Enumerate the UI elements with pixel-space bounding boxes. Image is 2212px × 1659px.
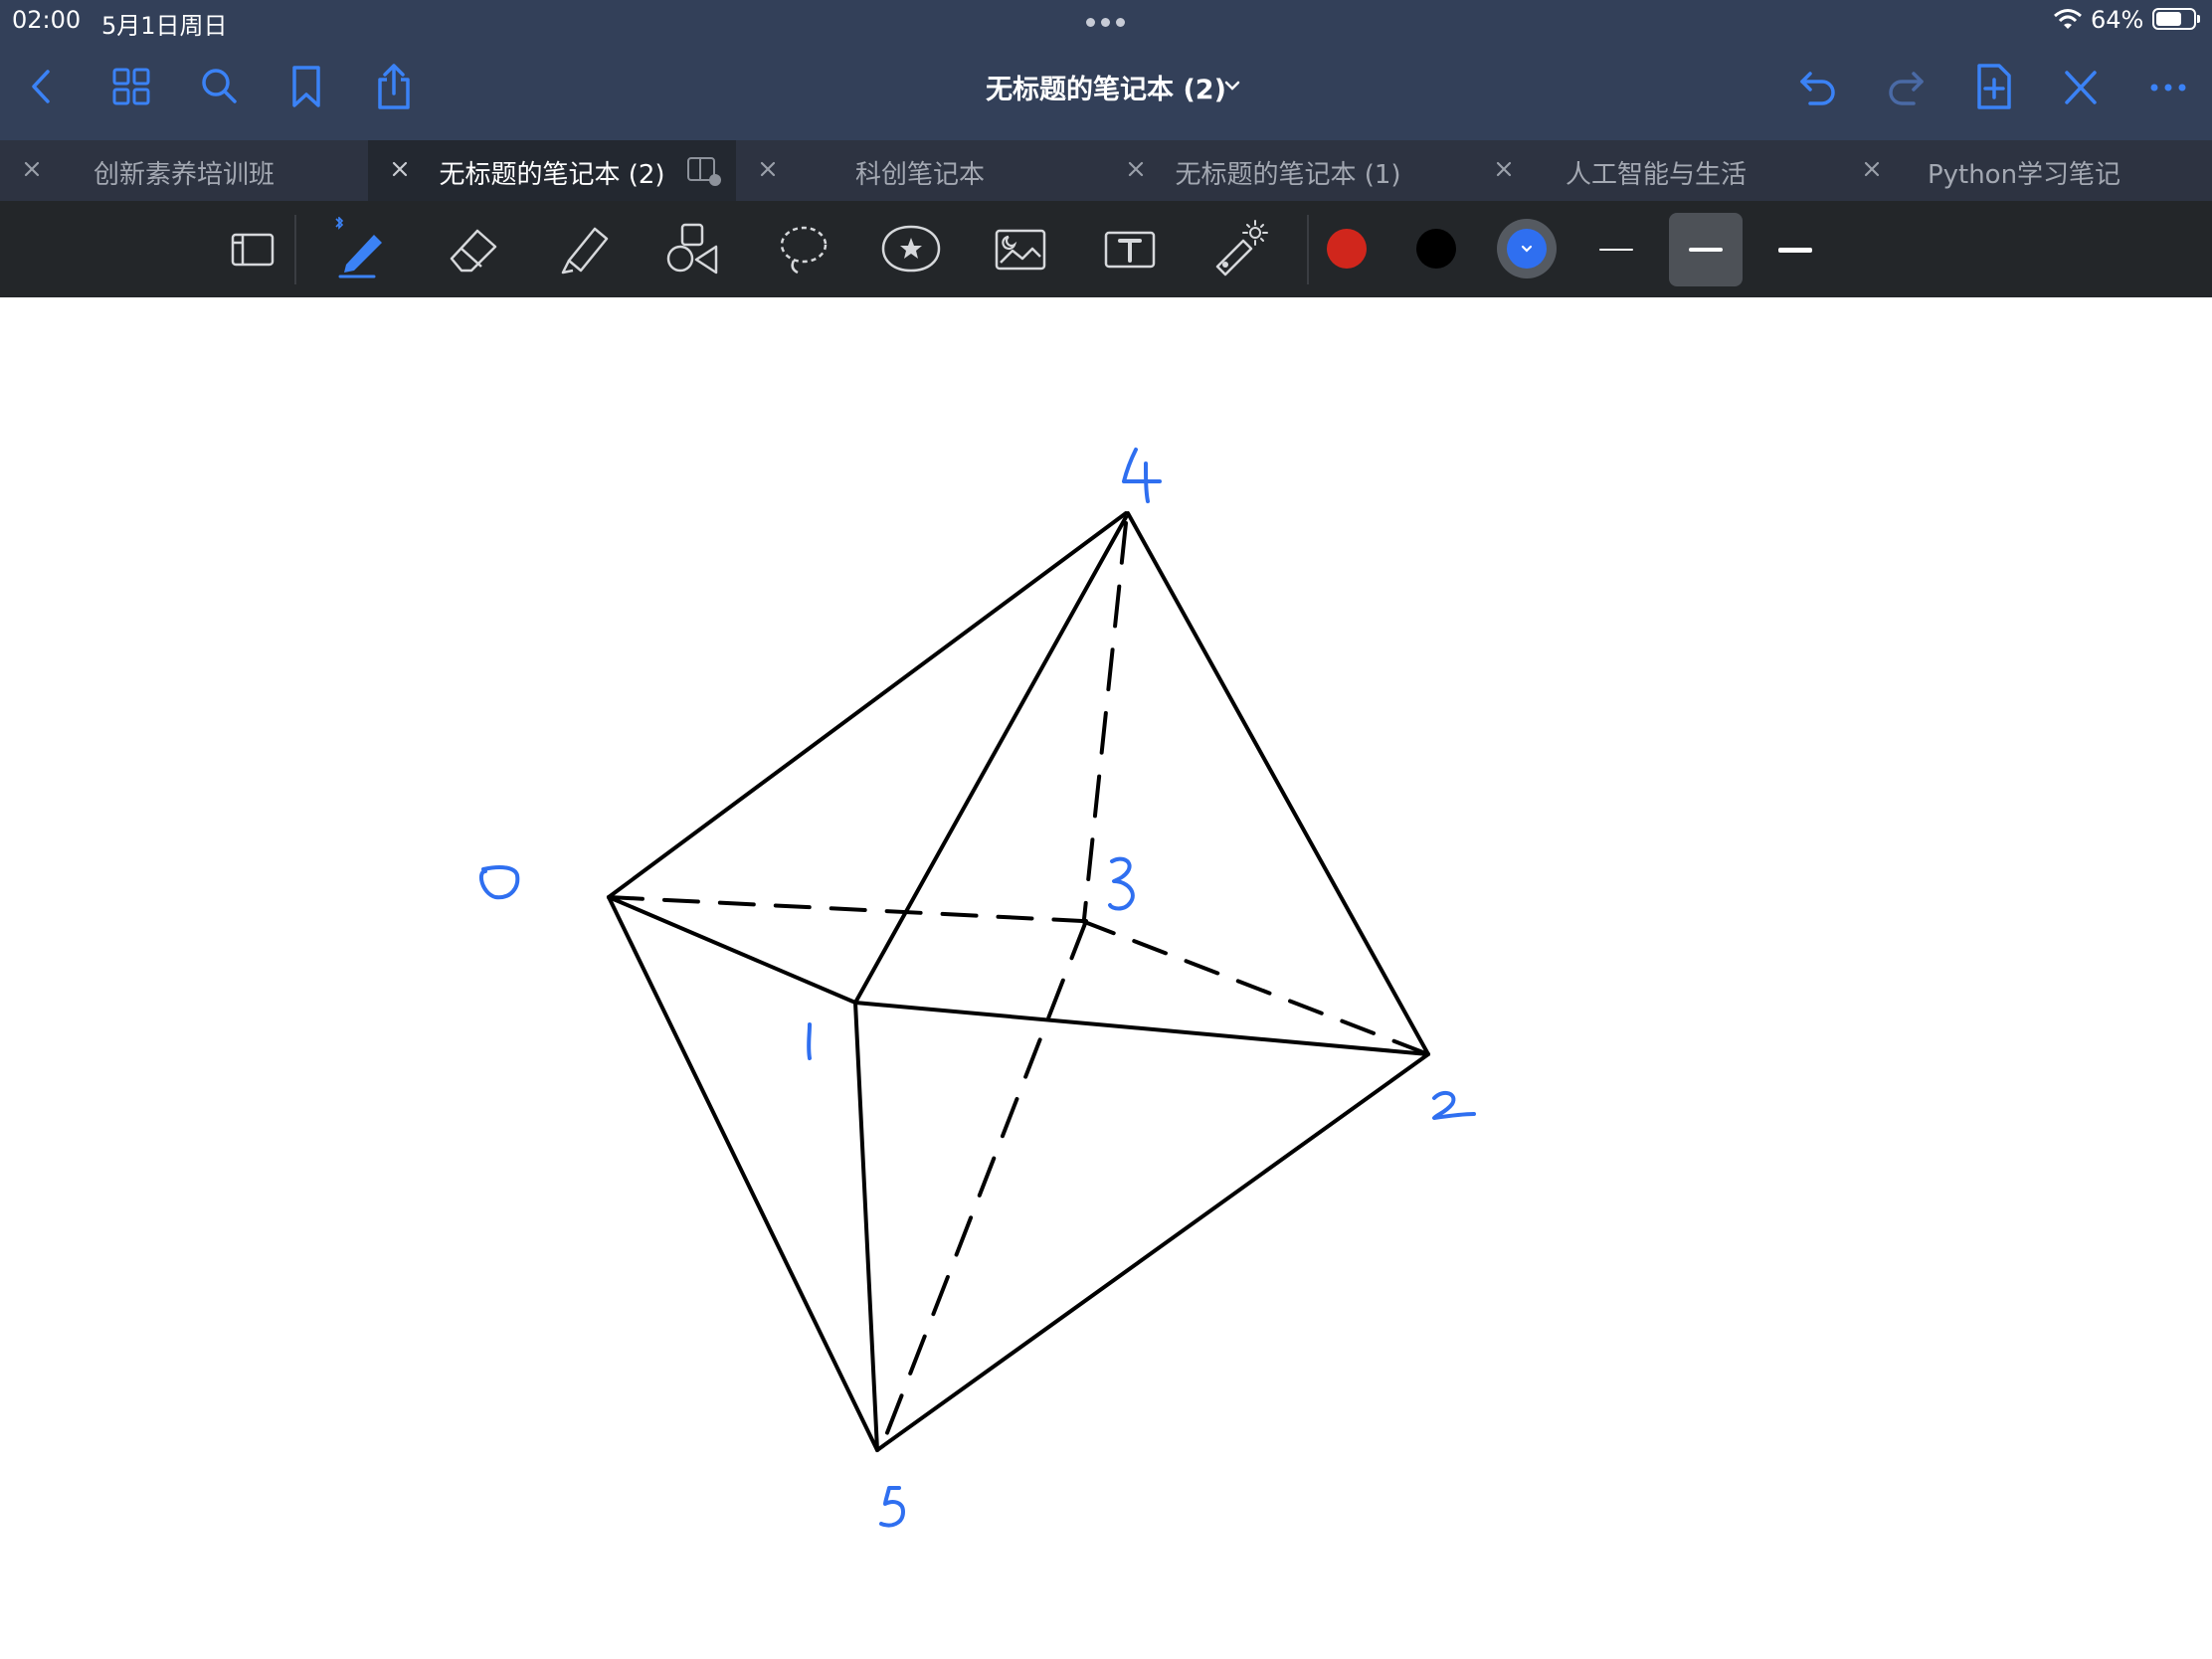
sticker-icon bbox=[881, 225, 941, 273]
note-canvas[interactable] bbox=[0, 297, 2212, 1659]
vertex-label-3 bbox=[1108, 856, 1135, 911]
edge-4-1 bbox=[853, 515, 1128, 1005]
edge-0-3-hidden bbox=[607, 895, 1084, 923]
page-layout-tool[interactable] bbox=[221, 217, 284, 280]
tab-4[interactable]: 人工智能与生活 bbox=[1472, 140, 1840, 201]
tab-1[interactable]: 无标题的笔记本 (2) bbox=[368, 140, 736, 201]
image-icon bbox=[995, 229, 1046, 271]
tab-label: 创新素养培训班 bbox=[92, 160, 275, 190]
edge-0-4 bbox=[607, 511, 1128, 899]
edge-2-5 bbox=[875, 1052, 1430, 1452]
highlighter-tool[interactable] bbox=[553, 217, 617, 280]
tool-bar bbox=[0, 201, 2212, 297]
tab-0[interactable]: 创新素养培训班 bbox=[0, 140, 368, 201]
laser-pointer-tool[interactable] bbox=[1207, 217, 1271, 280]
laser-pointer-icon bbox=[1215, 220, 1268, 276]
edge-3-5-hidden bbox=[879, 919, 1088, 1450]
chevron-down-icon[interactable] bbox=[1223, 80, 1241, 92]
battery-percent: 64% bbox=[2091, 6, 2144, 34]
tab-3[interactable]: 无标题的笔记本 (1) bbox=[1104, 140, 1472, 201]
toolbar-divider bbox=[1307, 215, 1309, 284]
tab-2[interactable]: 科创笔记本 bbox=[736, 140, 1104, 201]
chevron-down-icon bbox=[1521, 245, 1533, 253]
vertex-label-5 bbox=[879, 1486, 905, 1528]
color-swatch-red[interactable] bbox=[1327, 229, 1367, 269]
bookmark-button[interactable] bbox=[284, 62, 328, 111]
back-icon bbox=[32, 70, 50, 103]
color-swatch-blue[interactable] bbox=[1507, 229, 1547, 269]
share-icon bbox=[378, 64, 410, 109]
add-page-button[interactable] bbox=[1971, 62, 2015, 111]
edge-3-2-hidden bbox=[1080, 919, 1430, 1056]
edge-1-2 bbox=[853, 1001, 1430, 1056]
edit-mode-button[interactable] bbox=[2059, 62, 2103, 111]
add-page-icon bbox=[1977, 64, 2011, 109]
highlighter-icon bbox=[561, 227, 609, 275]
tab-label: 无标题的笔记本 (2) bbox=[439, 160, 665, 190]
text-tool[interactable] bbox=[1098, 217, 1162, 280]
vertex-label-4 bbox=[1122, 448, 1162, 503]
stroke-width-medium[interactable] bbox=[1669, 213, 1743, 286]
vertex-label-0 bbox=[478, 865, 520, 900]
stroke-width-thick[interactable] bbox=[1758, 213, 1832, 286]
undo-button[interactable] bbox=[1796, 62, 1840, 111]
edge-1-5 bbox=[853, 1001, 879, 1452]
color-swatch-black[interactable] bbox=[1416, 229, 1456, 269]
grid-icon bbox=[112, 68, 150, 105]
bookmark-icon bbox=[292, 66, 320, 107]
toolbar-divider bbox=[294, 215, 296, 284]
image-tool[interactable] bbox=[989, 217, 1052, 280]
edge-0-1 bbox=[607, 895, 857, 1005]
edge-4-2 bbox=[1126, 511, 1430, 1056]
search-button[interactable] bbox=[197, 62, 241, 111]
more-icon bbox=[2150, 84, 2186, 92]
tab-label: 无标题的笔记本 (1) bbox=[1175, 160, 1401, 190]
redo-icon bbox=[1889, 72, 1924, 105]
tab-label: 科创笔记本 bbox=[854, 160, 985, 190]
search-icon bbox=[202, 69, 237, 103]
eraser-tool[interactable] bbox=[442, 217, 505, 280]
share-button[interactable] bbox=[372, 62, 416, 111]
more-button[interactable] bbox=[2146, 62, 2190, 111]
pen-icon bbox=[335, 216, 382, 278]
multitask-dots-icon[interactable] bbox=[1083, 12, 1128, 31]
close-cross-icon bbox=[2065, 71, 2097, 104]
document-title-menu-button[interactable] bbox=[955, 66, 1253, 111]
status-time: 02:00 bbox=[12, 6, 82, 34]
stroke-width-thin[interactable] bbox=[1579, 213, 1653, 286]
pen-tool[interactable] bbox=[330, 216, 394, 280]
vertex-label-2 bbox=[1432, 1090, 1476, 1120]
split-view-icon[interactable] bbox=[686, 154, 722, 188]
page-layout-icon bbox=[231, 233, 275, 267]
status-date: 5月1日周日 bbox=[101, 12, 228, 40]
lasso-icon bbox=[780, 226, 828, 275]
vertex-label-1 bbox=[807, 1022, 812, 1060]
tab-label: 人工智能与生活 bbox=[1565, 160, 1747, 190]
octahedron-sketch bbox=[478, 448, 1476, 1528]
edge-0-5 bbox=[607, 895, 879, 1452]
undo-icon bbox=[1800, 72, 1835, 105]
tab-5[interactable]: Python学习笔记 bbox=[1840, 140, 2208, 201]
back-button[interactable] bbox=[20, 62, 64, 111]
battery-icon bbox=[2152, 8, 2200, 30]
lasso-tool[interactable] bbox=[772, 217, 835, 280]
redo-button[interactable] bbox=[1884, 62, 1928, 111]
tab-label: Python学习笔记 bbox=[1927, 160, 2121, 190]
shapes-icon bbox=[666, 223, 718, 275]
top-bar: 02:00 5月1日周日 64% 无标题的笔记本 (2) bbox=[0, 0, 2212, 140]
text-box-icon bbox=[1104, 231, 1156, 269]
wifi-icon bbox=[2054, 9, 2082, 29]
eraser-icon bbox=[450, 229, 497, 273]
shapes-tool[interactable] bbox=[662, 217, 726, 280]
thumbnails-button[interactable] bbox=[109, 62, 153, 111]
sticker-tool[interactable] bbox=[879, 217, 943, 280]
tab-bar: 创新素养培训班 无标题的笔记本 (2) 科创笔记本 无标题的笔记本 (1) 人工… bbox=[0, 140, 2212, 201]
